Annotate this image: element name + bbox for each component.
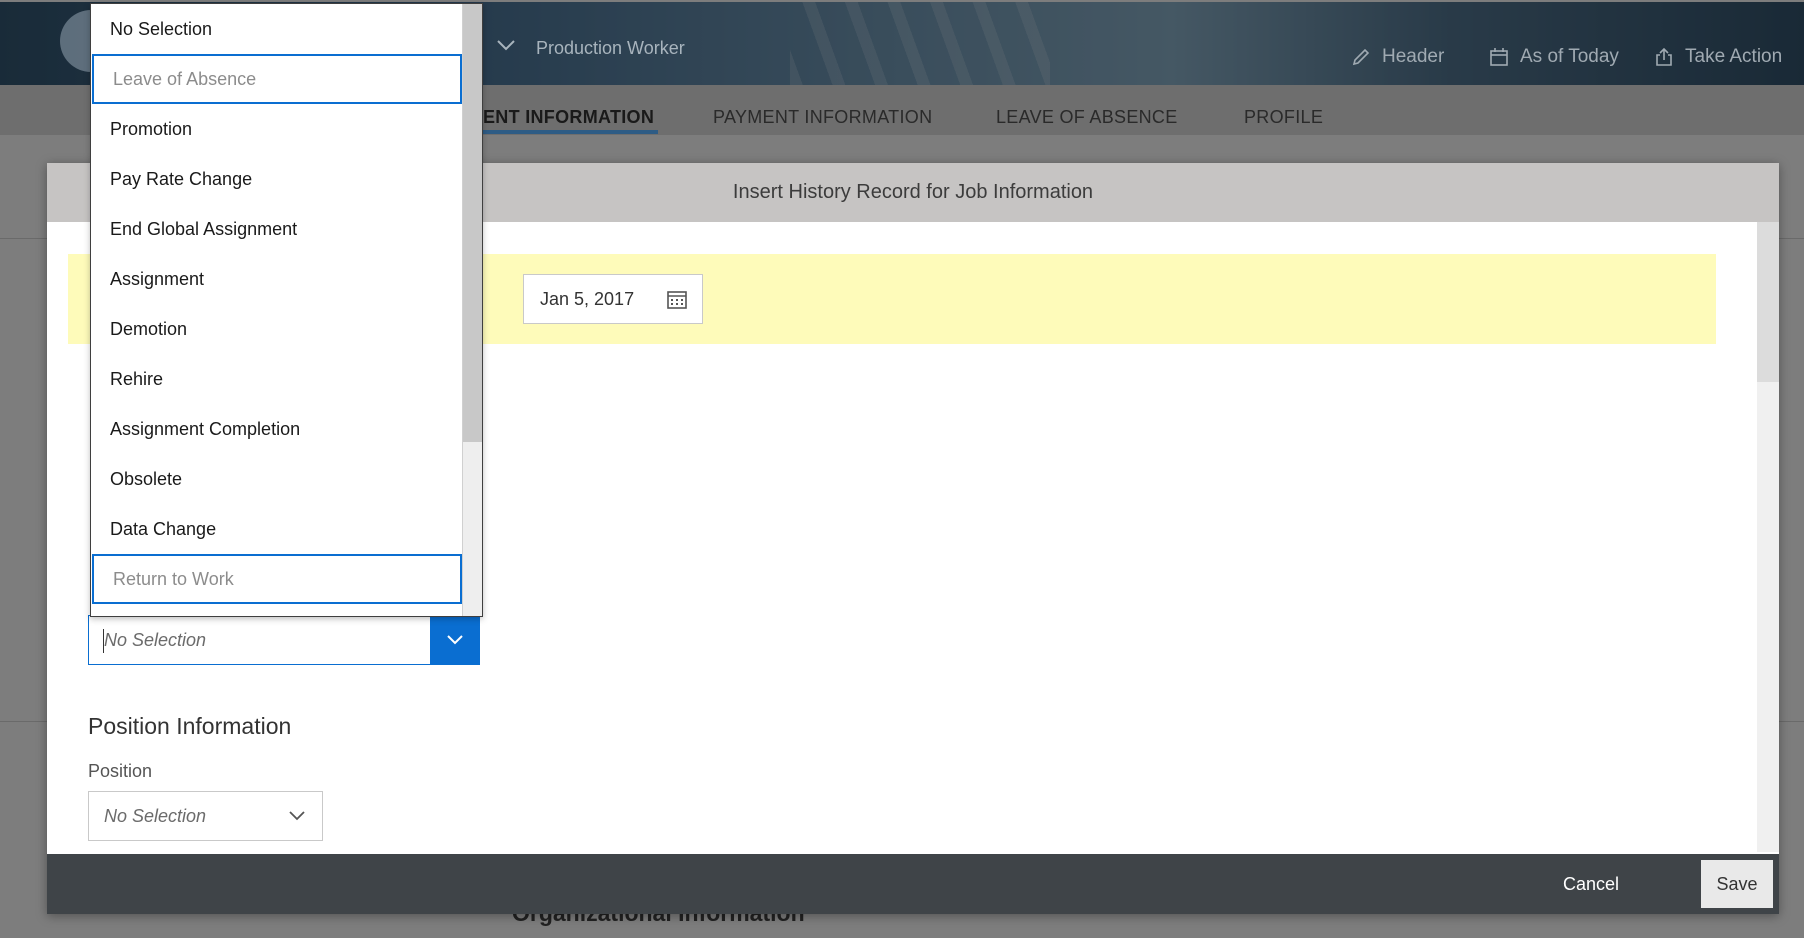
header-action-label: Take Action — [1685, 46, 1783, 67]
listbox-scrollbar[interactable] — [462, 4, 482, 616]
dropdown-option[interactable]: Obsolete — [91, 454, 463, 504]
header-action-header[interactable]: Header — [1350, 46, 1444, 68]
listbox-scrollbar-thumb[interactable] — [463, 4, 482, 442]
event-reason-combobox[interactable]: No Selection — [88, 615, 480, 665]
calendar-icon[interactable] — [666, 288, 688, 310]
share-icon — [1656, 47, 1672, 66]
event-reason-dropdown-button[interactable] — [430, 615, 480, 665]
header-action-label: As of Today — [1520, 46, 1619, 67]
save-button[interactable]: Save — [1701, 860, 1773, 908]
dropdown-option[interactable]: Pay Rate Change — [91, 154, 463, 204]
tab-employment-information[interactable]: ENT INFORMATION — [483, 107, 654, 128]
section-title-position: Position Information — [88, 713, 292, 739]
chevron-down-icon — [447, 635, 463, 645]
chevron-down-icon — [497, 40, 515, 51]
header-action-label: Header — [1382, 46, 1445, 67]
event-reason-options: No Selection Leave of Absence Promotion Pay… — [91, 4, 463, 604]
chevron-down-icon — [289, 811, 305, 821]
dropdown-option[interactable]: End Global Assignment — [91, 204, 463, 254]
dropdown-option: Return to Work — [92, 554, 462, 604]
dropdown-option[interactable]: Demotion — [91, 304, 463, 354]
dialog-scrollbar[interactable] — [1757, 222, 1779, 852]
worker-title: Production Worker — [536, 38, 685, 58]
dropdown-option[interactable]: Assignment Completion — [91, 404, 463, 454]
header-background-image — [790, 2, 1050, 85]
dialog-footer: Cancel Save — [47, 854, 1779, 914]
position-label: Position — [88, 761, 153, 781]
tab-leave-of-absence[interactable]: LEAVE OF ABSENCE — [996, 107, 1178, 128]
dropdown-option[interactable]: No Selection — [91, 4, 463, 54]
effective-date-value: Jan 5, 2017 — [540, 288, 635, 309]
header-action-take-action[interactable]: Take Action — [1653, 46, 1782, 68]
active-tab-indicator — [460, 130, 658, 134]
tab-payment-information[interactable]: PAYMENT INFORMATION — [713, 107, 932, 128]
header-action-as-of-today[interactable]: As of Today — [1488, 46, 1619, 68]
position-select[interactable]: No Selection — [88, 791, 323, 841]
calendar-icon — [1490, 48, 1508, 66]
dropdown-option[interactable]: Data Change — [91, 504, 463, 554]
dropdown-option[interactable]: Promotion — [91, 104, 463, 154]
dropdown-option: Leave of Absence — [92, 54, 462, 104]
dropdown-option[interactable]: Assignment — [91, 254, 463, 304]
tab-profile[interactable]: PROFILE — [1244, 107, 1323, 128]
dialog-scrollbar-thumb[interactable] — [1757, 222, 1779, 382]
event-reason-placeholder: No Selection — [104, 630, 207, 650]
dropdown-option[interactable]: Rehire — [91, 354, 463, 404]
position-value: No Selection — [104, 806, 207, 826]
event-reason-listbox[interactable]: No Selection Leave of Absence Promotion Pay… — [90, 3, 483, 617]
cancel-button[interactable]: Cancel — [1551, 866, 1631, 902]
effective-date-field[interactable]: Jan 5, 2017 — [523, 274, 703, 324]
pencil-icon — [1352, 48, 1370, 66]
